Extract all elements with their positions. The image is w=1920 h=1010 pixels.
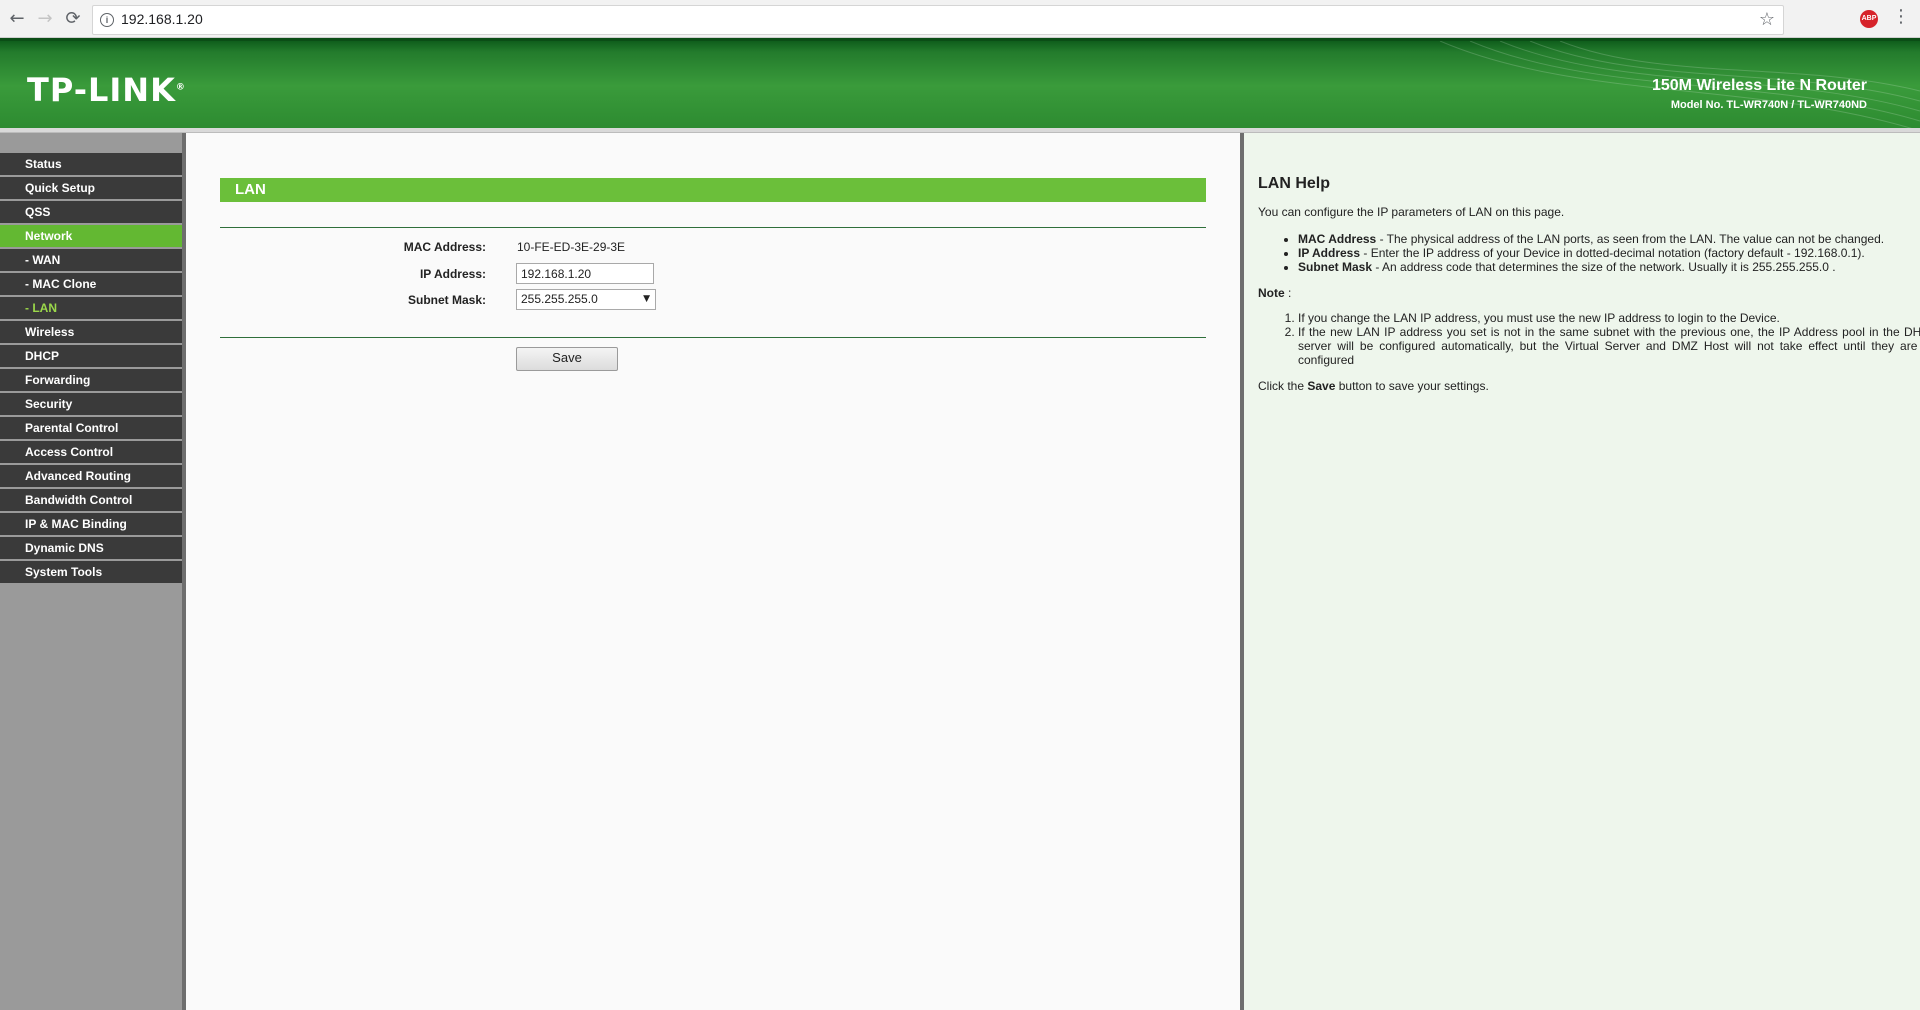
dropdown-arrow-icon: ▼ — [643, 294, 650, 304]
sidebar: Status Quick Setup QSS Network - WAN - M… — [0, 133, 186, 1010]
mac-address-value: 10-FE-ED-3E-29-3E — [517, 240, 626, 254]
help-bullet-list: MAC Address - The physical address of th… — [1258, 232, 1920, 274]
help-note-item: If you change the LAN IP address, you mu… — [1298, 311, 1920, 325]
address-bar[interactable]: i 192.168.1.20 ☆ — [92, 5, 1784, 35]
browser-menu-icon[interactable]: ⋮ — [1892, 6, 1910, 27]
help-bullet-text: - The physical address of the LAN ports,… — [1376, 232, 1885, 246]
tp-link-logo: TP-LINK® — [27, 71, 186, 109]
sidebar-item-status[interactable]: Status — [0, 153, 182, 177]
main-content: LAN MAC Address: 10-FE-ED-3E-29-3E IP Ad… — [186, 133, 1244, 1010]
help-bullet-term: IP Address — [1298, 246, 1361, 260]
sidebar-item-dhcp[interactable]: DHCP — [0, 345, 182, 369]
sidebar-item-bandwidth-control[interactable]: Bandwidth Control — [0, 489, 182, 513]
help-note-list: If you change the LAN IP address, you mu… — [1258, 311, 1920, 367]
sidebar-item-wan[interactable]: - WAN — [0, 249, 182, 273]
sidebar-item-lan[interactable]: - LAN — [0, 297, 182, 321]
help-bullet-text: - An address code that determines the si… — [1372, 260, 1836, 274]
reload-icon[interactable]: ⟳ — [60, 6, 86, 32]
help-note-item: If the new LAN IP address you set is not… — [1298, 325, 1920, 367]
browser-toolbar: ← → ⟳ i 192.168.1.20 ☆ ABP ⋮ — [0, 0, 1920, 38]
help-note-colon: : — [1288, 286, 1292, 300]
sidebar-item-dynamic-dns[interactable]: Dynamic DNS — [0, 537, 182, 561]
forward-arrow-icon[interactable]: → — [32, 6, 58, 32]
url-text[interactable]: 192.168.1.20 — [121, 11, 203, 27]
sidebar-item-advanced-routing[interactable]: Advanced Routing — [0, 465, 182, 489]
info-icon[interactable]: i — [100, 13, 114, 27]
subnet-mask-value: 255.255.255.0 — [521, 292, 598, 306]
subnet-mask-label: Subnet Mask: — [407, 293, 486, 307]
help-save-instruction: Click the Save button to save your setti… — [1258, 379, 1489, 393]
sidebar-item-wireless[interactable]: Wireless — [0, 321, 182, 345]
sidebar-menu: Status Quick Setup QSS Network - WAN - M… — [0, 153, 182, 585]
sidebar-item-ip-mac-binding[interactable]: IP & MAC Binding — [0, 513, 182, 537]
form-bottom-divider — [220, 337, 1206, 338]
sidebar-item-forwarding[interactable]: Forwarding — [0, 369, 182, 393]
help-bullet-term: Subnet Mask — [1298, 260, 1373, 274]
help-panel: LAN Help You can configure the IP parame… — [1244, 133, 1920, 1010]
adblock-icon[interactable]: ABP — [1860, 10, 1878, 28]
sidebar-item-network[interactable]: Network — [0, 225, 182, 249]
help-bullet: Subnet Mask - An address code that deter… — [1298, 260, 1920, 274]
help-bullet-text: - Enter the IP address of your Device in… — [1360, 246, 1865, 260]
product-title: 150M Wireless Lite N Router — [1651, 77, 1867, 94]
mac-address-label: MAC Address: — [403, 240, 486, 254]
ip-address-input[interactable]: 192.168.1.20 — [516, 263, 654, 284]
help-intro: You can configure the IP parameters of L… — [1258, 205, 1565, 219]
sidebar-item-mac-clone[interactable]: - MAC Clone — [0, 273, 182, 297]
sidebar-item-qss[interactable]: QSS — [0, 201, 182, 225]
sidebar-item-parental-control[interactable]: Parental Control — [0, 417, 182, 441]
sidebar-item-access-control[interactable]: Access Control — [0, 441, 182, 465]
form-top-divider — [220, 227, 1206, 228]
help-bullet-term: MAC Address — [1298, 232, 1377, 246]
router-header: TP-LINK® 150M Wireless Lite N Router Mod… — [0, 38, 1920, 131]
back-arrow-icon[interactable]: ← — [4, 6, 30, 32]
help-note-label: Note — [1258, 286, 1285, 300]
help-bullet: IP Address - Enter the IP address of you… — [1298, 246, 1920, 260]
save-button[interactable]: Save — [516, 347, 618, 371]
ip-address-label: IP Address: — [419, 267, 486, 281]
bookmark-star-icon[interactable]: ☆ — [1759, 9, 1775, 30]
model-number: Model No. TL-WR740N / TL-WR740ND — [1670, 99, 1867, 111]
sidebar-item-security[interactable]: Security — [0, 393, 182, 417]
sidebar-item-system-tools[interactable]: System Tools — [0, 561, 182, 585]
section-title: LAN — [220, 178, 1206, 202]
sidebar-item-quick-setup[interactable]: Quick Setup — [0, 177, 182, 201]
help-bullet: MAC Address - The physical address of th… — [1298, 232, 1920, 246]
subnet-mask-select[interactable]: 255.255.255.0 ▼ — [516, 289, 656, 310]
help-title: LAN Help — [1258, 175, 1330, 192]
